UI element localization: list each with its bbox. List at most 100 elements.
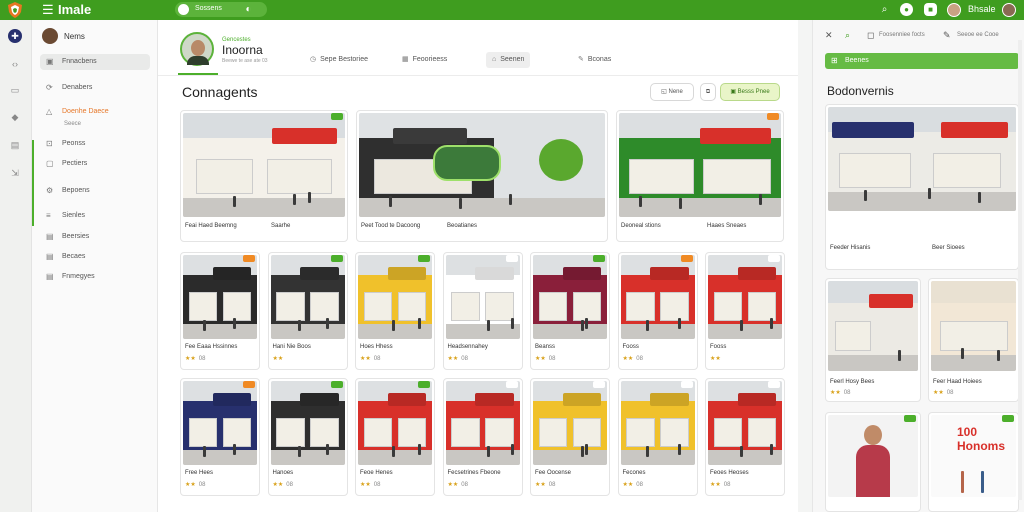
sidebar-item-4[interactable]: ▢ Pectiers	[40, 156, 150, 172]
card-caption: Feai Haed Beemng	[185, 223, 237, 229]
featured-card-1[interactable]: Peet Tood te Dacoong Beoatianes	[356, 110, 608, 242]
grid_row1-card-0[interactable]: Fee Eaaa Hssinnes ★★ 08	[180, 252, 260, 370]
profile-avatar[interactable]	[180, 32, 214, 66]
sidebar-item-1[interactable]: ⟳ Denabers	[40, 80, 150, 96]
moon-icon[interactable]: ◐	[242, 3, 255, 16]
tab-label: Sepe Bestoriee	[320, 56, 368, 63]
secondary-avatar[interactable]	[1002, 3, 1016, 17]
tab-label: Feoorieess	[412, 56, 448, 63]
search-icon[interactable]: ⌕	[878, 3, 891, 16]
panel-small-card-2[interactable]	[825, 412, 921, 512]
edit-icon[interactable]: ✎	[943, 30, 951, 41]
tools-icon[interactable]: ✕	[825, 30, 833, 41]
status-badge	[243, 255, 255, 262]
grid_row2-card-6[interactable]: Feoes Heoses ★★ 08	[705, 378, 785, 496]
export-rail-icon[interactable]: ⇲	[8, 166, 22, 180]
sidebar-item-0[interactable]: ▣ Fnnacbens	[40, 54, 150, 70]
panel-link-2[interactable]: Seeoe ee Cooe	[957, 32, 999, 38]
search-icon[interactable]: ⌕	[845, 30, 850, 41]
store-thumbnail	[708, 381, 782, 465]
inbox-rail-icon[interactable]: ▭	[8, 83, 22, 97]
status-badge	[243, 381, 255, 388]
sidebar-item-8[interactable]: ▤ Becaes	[40, 249, 150, 265]
grid_row1-card-3[interactable]: Headsennahey ★★ 08	[442, 252, 523, 370]
panel-big-card[interactable]: Feeder Hisanis Beer Sioees	[825, 104, 1019, 270]
store-thumbnail	[358, 255, 432, 339]
grid_row2-card-4[interactable]: Fee Oocense ★★ 08	[530, 378, 610, 496]
grid_row1-card-1[interactable]: Hani Nie Boos ★★	[267, 252, 348, 370]
sidebar-item-3[interactable]: ⊡ Peonss	[40, 136, 150, 152]
tab-3[interactable]: ✎ Bconas	[572, 52, 617, 68]
tab-label: Seenen	[500, 56, 525, 63]
card-caption: Fee Oocense	[535, 470, 572, 476]
menu-icon[interactable]: ☰	[42, 3, 54, 17]
panel-action-button[interactable]: ⊞ Beenes	[825, 53, 1019, 69]
sidebar-item-6[interactable]: ≡ Sienles	[40, 208, 150, 224]
tab-0[interactable]: ◷ Sepe Bestoriee	[304, 52, 374, 68]
user-avatar[interactable]	[947, 3, 961, 17]
grid_row1-card-4[interactable]: Beanss ★★ 08	[530, 252, 610, 370]
filter-icon: ▣	[730, 89, 738, 95]
avatar-body	[187, 56, 209, 65]
scrollbar[interactable]	[1018, 40, 1022, 500]
panel-small-card-0[interactable]: Feerl Hosy Bees ★★ 08	[825, 278, 921, 402]
copy-button[interactable]: ⧉	[700, 83, 716, 101]
status-badge	[680, 381, 693, 388]
bookmark-icon[interactable]: ◻	[867, 30, 874, 41]
grid_row2-card-3[interactable]: Fecsetrines Fbeone ★★ 08	[442, 378, 523, 496]
store-thumbnail	[620, 381, 695, 465]
tag-rail-icon[interactable]: ◆	[8, 110, 22, 124]
panel-small-card-3[interactable]: 100 Honoms	[928, 412, 1019, 512]
card-caption: Headsennahey	[447, 344, 488, 350]
list-icon: ≡	[46, 211, 51, 220]
card-caption: Fooss	[710, 344, 727, 350]
status-badge	[768, 255, 780, 262]
grid_row1-card-5[interactable]: Fooss ★★ 08	[617, 252, 698, 370]
store-thumbnail	[533, 255, 607, 339]
promo-text: 100 Honoms	[957, 425, 1005, 453]
grid_row2-card-1[interactable]: Hanoes ★★ 08	[267, 378, 348, 496]
panel-title: Bodonvernis	[827, 84, 894, 98]
card-caption-secondary: Beer Sioees	[932, 245, 965, 251]
notification-icon[interactable]: ●	[900, 3, 913, 16]
rating-stars: ★★ 08	[933, 390, 954, 396]
rating-stars: ★★	[710, 356, 721, 362]
grid_row1-card-2[interactable]: Hoes Hhess ★★ 08	[355, 252, 435, 370]
sidebar-item-label: Sienles	[62, 212, 85, 219]
grid_row2-card-5[interactable]: Fecones ★★ 08	[617, 378, 698, 496]
apps-icon[interactable]: ■	[924, 3, 937, 16]
card-caption: Hoes Hhess	[360, 344, 393, 350]
status-badge	[330, 255, 343, 262]
sidebar-active-indicator	[32, 140, 34, 226]
grid_row2-card-2[interactable]: Feoe Henes ★★ 08	[355, 378, 435, 496]
card-caption: Feoe Henes	[360, 470, 393, 476]
card-caption: Free Hees	[185, 470, 214, 476]
card-caption-secondary: Saarhe	[271, 223, 291, 229]
rating-stars: ★★ 08	[185, 356, 206, 362]
promo-thumbnail: 100 Honoms	[931, 415, 1016, 497]
home-rail-icon[interactable]: ✚	[8, 29, 22, 43]
featured-card-2[interactable]: Deoneal stions Haaes Sneaes	[616, 110, 784, 242]
tab-2[interactable]: ⌂ Seenen	[486, 52, 531, 68]
grid_row2-card-0[interactable]: Free Hees ★★ 08	[180, 378, 260, 496]
code-rail-icon[interactable]: ‹›	[8, 57, 22, 71]
store-thumbnail	[828, 281, 918, 371]
user-name[interactable]: Bhsale	[968, 4, 996, 14]
sidebar-item-5[interactable]: ⚙ Bepoens	[40, 183, 150, 199]
sidebar-item-7[interactable]: ▤ Beersies	[40, 229, 150, 245]
tab-1[interactable]: ▦ Feoorieess	[396, 52, 453, 68]
rating-stars: ★★ 08	[447, 482, 468, 488]
filter-button[interactable]: ▣ Besss Pnee	[720, 83, 780, 101]
sidebar-item-9[interactable]: ▤ Fnmegyes	[40, 269, 150, 285]
rating-stars: ★★ 08	[185, 482, 206, 488]
panel-small-card-1[interactable]: Feer Haad Hoiees ★★ 08	[928, 278, 1019, 402]
section-title: Connagents	[182, 84, 258, 100]
chart-rail-icon[interactable]: ▤	[8, 138, 22, 152]
sort-dropdown[interactable]: ◱ Nene	[650, 83, 694, 101]
app-title: Imale	[58, 2, 92, 17]
grid_row1-card-6[interactable]: Fooss ★★	[705, 252, 785, 370]
featured-card-0[interactable]: Feai Haed Beemng Saarhe	[180, 110, 348, 242]
panel-link-1[interactable]: Foosenniee focts	[879, 32, 925, 38]
sidebar-item-2[interactable]: △ Doenhe Daece	[40, 104, 150, 120]
card-caption: Peet Tood te Dacoong	[361, 223, 421, 229]
